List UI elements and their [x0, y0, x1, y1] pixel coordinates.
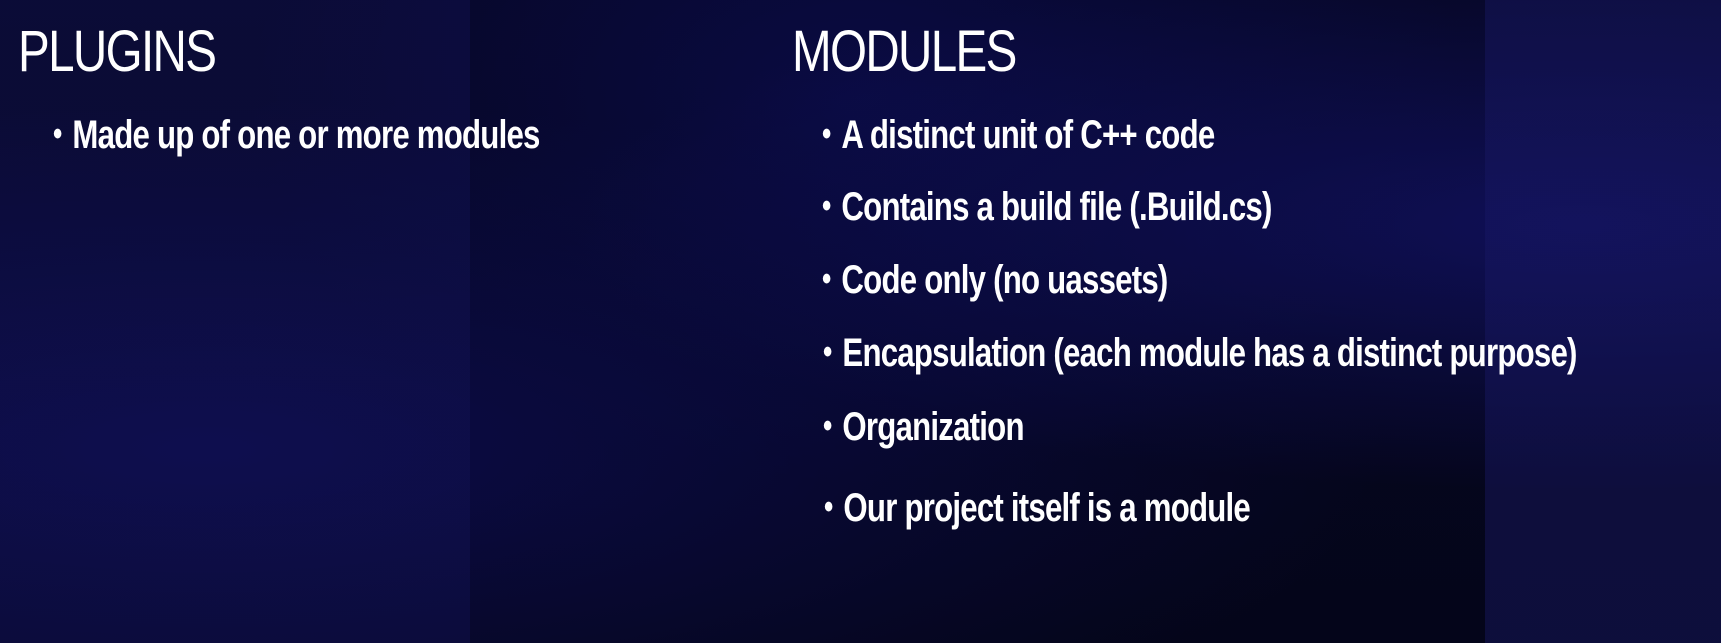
plugins-item-text: Made up of one or more modules [72, 113, 540, 157]
modules-heading: MODULES [792, 19, 1017, 84]
bullet-icon: • [822, 115, 831, 153]
plugins-list-item: • Made up of one or more modules [53, 113, 540, 157]
modules-list-item: • Code only (no uassets) [822, 258, 1168, 302]
bullet-icon: • [823, 333, 832, 371]
bullet-icon: • [824, 488, 833, 526]
modules-item-text: Contains a build file (.Build.cs) [841, 185, 1272, 229]
modules-item-text: Code only (no uassets) [841, 258, 1168, 302]
modules-list-item: • A distinct unit of C++ code [822, 113, 1215, 157]
plugins-heading: PLUGINS [18, 19, 217, 84]
bullet-icon: • [53, 115, 62, 153]
modules-list-item: • Contains a build file (.Build.cs) [822, 185, 1272, 229]
bullet-icon: • [822, 187, 831, 225]
modules-list-item: • Encapsulation (each module has a distin… [823, 331, 1577, 375]
modules-item-text: Organization [842, 405, 1024, 449]
modules-list-item: • Organization [823, 405, 1025, 449]
modules-list-item: • Our project itself is a module [824, 486, 1251, 530]
modules-item-text: Encapsulation (each module has a distinc… [842, 331, 1577, 375]
modules-item-text: A distinct unit of C++ code [841, 113, 1215, 157]
bullet-icon: • [822, 260, 831, 298]
bullet-icon: • [823, 407, 832, 445]
modules-item-text: Our project itself is a module [843, 486, 1250, 530]
